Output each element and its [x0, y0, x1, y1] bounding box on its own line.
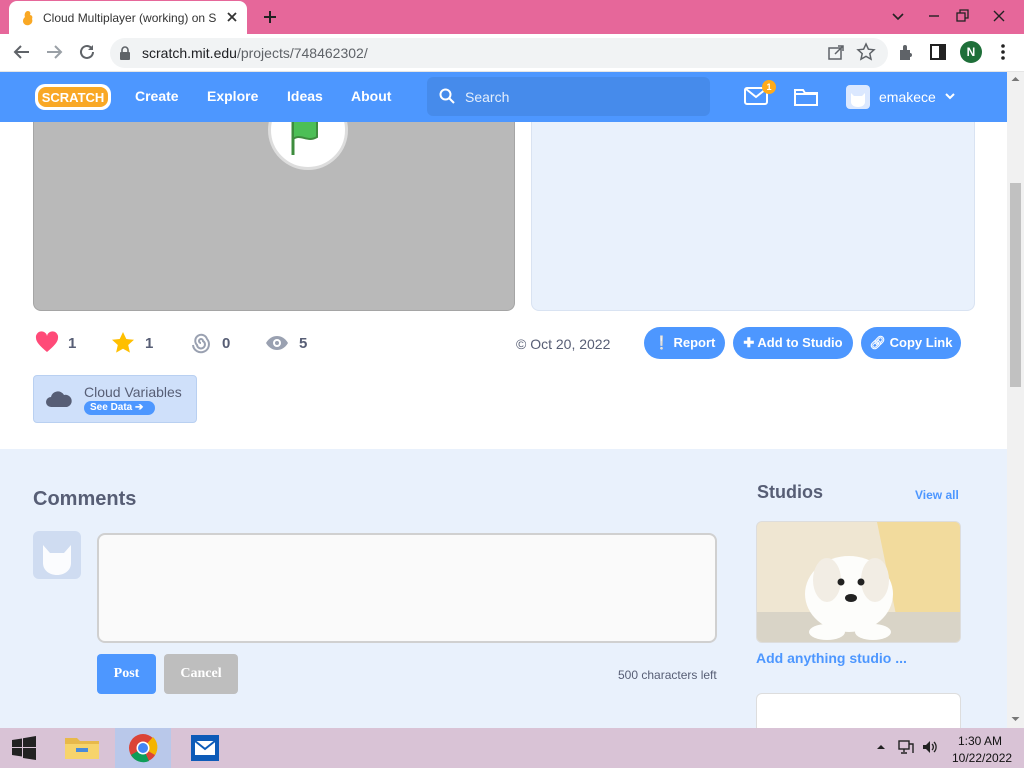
extensions-icon[interactable] [896, 42, 916, 62]
studios-title: Studios [757, 482, 823, 502]
green-flag-icon[interactable] [268, 122, 348, 170]
view-count: 5 [299, 335, 308, 352]
cloud-variables-badge[interactable]: Cloud Variables See Data ➔ [33, 375, 197, 423]
scroll-down-arrow-icon[interactable] [1010, 714, 1021, 724]
user-avatar[interactable] [846, 85, 870, 109]
shared-date: © Oct 20, 2022 [516, 336, 611, 352]
bookmark-star-icon[interactable] [856, 42, 876, 62]
scratch-favicon-icon [21, 10, 35, 26]
comment-user-avatar [33, 531, 81, 579]
chevron-down-icon[interactable] [944, 91, 956, 101]
love-heart-icon[interactable] [35, 331, 59, 355]
tray-chevron-up-icon[interactable] [876, 742, 886, 752]
windows-start-icon[interactable] [9, 736, 39, 760]
reload-icon[interactable] [77, 42, 97, 62]
comments-studios-section: Comments Post Cancel 500 characters left… [0, 449, 1007, 728]
favorite-count: 1 [145, 335, 154, 352]
lock-icon[interactable] [118, 45, 132, 61]
see-data-button[interactable]: See Data ➔ [84, 401, 155, 415]
cloud-variables-title: Cloud Variables [84, 384, 182, 400]
mail-taskbar-icon[interactable] [177, 728, 233, 768]
clock-date[interactable]: 10/22/2022 [952, 751, 1012, 765]
nav-ideas[interactable]: Ideas [287, 88, 323, 104]
project-page: 1 1 0 5 © Oct 20, 2022 ❕ Report ✚ Add to… [0, 122, 1007, 728]
scroll-up-arrow-icon[interactable] [1010, 74, 1021, 84]
cloud-icon [45, 390, 73, 408]
studio-title-link[interactable]: Add anything studio ... [756, 650, 907, 666]
view-all-link[interactable]: View all [915, 488, 959, 502]
nav-create[interactable]: Create [135, 88, 179, 104]
project-notes-panel [531, 122, 975, 311]
url-path: /projects/748462302/ [236, 45, 368, 61]
tab-close-icon[interactable] [225, 10, 239, 24]
nav-explore[interactable]: Explore [207, 88, 258, 104]
nav-about[interactable]: About [351, 88, 391, 104]
views-eye-icon [265, 331, 289, 355]
file-explorer-icon[interactable] [54, 728, 110, 768]
add-to-studio-label: Add to Studio [757, 335, 843, 350]
cancel-button[interactable]: Cancel [164, 654, 238, 694]
minimize-icon[interactable] [924, 6, 944, 26]
browser-tab[interactable]: Cloud Multiplayer (working) on S [9, 1, 247, 34]
post-button[interactable]: Post [97, 654, 156, 694]
remix-count: 0 [222, 335, 231, 352]
studio-card[interactable] [756, 693, 961, 728]
report-button[interactable]: ❕ Report [644, 327, 725, 359]
new-tab-icon[interactable] [262, 9, 278, 25]
project-stage[interactable] [33, 122, 515, 311]
scratch-logo[interactable]: SCRATCH [34, 82, 112, 112]
scrollbar-thumb[interactable] [1010, 183, 1021, 387]
characters-left: 500 characters left [618, 668, 717, 682]
chrome-taskbar-icon[interactable] [115, 728, 171, 768]
network-icon[interactable] [897, 738, 915, 756]
report-label: Report [673, 335, 716, 350]
studio-thumbnail[interactable] [756, 521, 961, 643]
back-icon[interactable] [12, 42, 32, 62]
url-text[interactable]: scratch.mit.edu/projects/748462302/ [142, 45, 368, 61]
comment-textarea[interactable] [97, 533, 717, 643]
search-icon [439, 88, 455, 104]
remix-spiral-icon [189, 331, 213, 355]
url-host: scratch.mit.edu [142, 45, 237, 61]
tab-search-chevron-icon[interactable] [888, 6, 908, 26]
username[interactable]: emakece [879, 89, 936, 105]
add-to-studio-button[interactable]: ✚ Add to Studio [733, 327, 853, 359]
side-panel-icon[interactable] [928, 42, 948, 62]
forward-icon[interactable] [44, 42, 64, 62]
page-scrollbar[interactable] [1007, 72, 1024, 728]
favorite-star-icon[interactable] [111, 331, 135, 355]
message-count-badge: 1 [762, 80, 776, 94]
copy-link-button[interactable]: 🔗︎ Copy Link [861, 327, 961, 359]
chrome-menu-icon[interactable] [993, 42, 1013, 62]
volume-icon[interactable] [921, 738, 939, 756]
tab-title: Cloud Multiplayer (working) on S [43, 11, 217, 25]
profile-avatar[interactable]: N [960, 41, 982, 63]
svg-text:SCRATCH: SCRATCH [42, 90, 105, 105]
share-icon[interactable] [826, 42, 846, 62]
love-count: 1 [68, 335, 77, 352]
see-data-label: See Data [90, 402, 133, 413]
restore-icon[interactable] [952, 6, 972, 26]
copy-link-label: Copy Link [889, 335, 953, 350]
clock-time[interactable]: 1:30 AM [958, 734, 1002, 748]
close-window-icon[interactable] [989, 6, 1009, 26]
search-placeholder: Search [465, 89, 510, 105]
my-stuff-folder-icon[interactable] [794, 87, 818, 106]
comments-title: Comments [33, 488, 137, 510]
